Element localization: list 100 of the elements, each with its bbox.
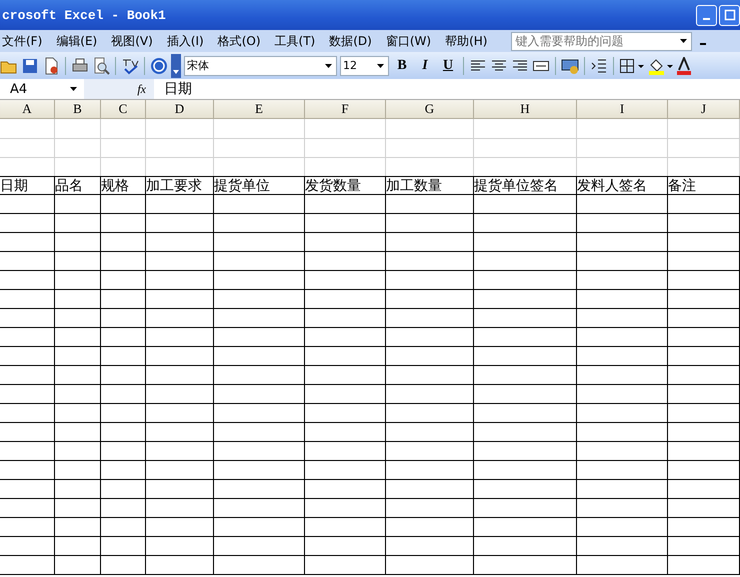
formula-input-field[interactable]: 日期	[154, 80, 740, 98]
table-cell	[101, 499, 146, 518]
table-cell	[146, 442, 214, 461]
table-cell	[0, 556, 55, 575]
menu-item[interactable]: 帮助(H)	[443, 32, 490, 50]
table-cell	[55, 423, 101, 442]
table-cell	[101, 347, 146, 366]
column-header[interactable]: I	[577, 100, 668, 119]
table-cell	[146, 385, 214, 404]
table-cell	[0, 347, 55, 366]
font-size-dropdown[interactable]: 12	[340, 56, 389, 76]
table-cell	[0, 537, 55, 556]
table-cell	[146, 480, 214, 499]
menu-item[interactable]: 编辑(E)	[54, 32, 100, 50]
table-cell	[668, 404, 740, 423]
menu-item[interactable]: 格式(O)	[216, 32, 263, 50]
table-cell	[101, 556, 146, 575]
table-cell	[146, 347, 214, 366]
help-search-field[interactable]: 键入需要帮助的问题	[511, 32, 692, 50]
menu-item[interactable]: 视图(V)	[109, 32, 155, 50]
table-cell	[0, 404, 55, 423]
table-cell	[0, 423, 55, 442]
table-cell	[0, 385, 55, 404]
column-header[interactable]: A	[0, 100, 55, 119]
column-header[interactable]: D	[146, 100, 214, 119]
menu-item[interactable]: 数据(D)	[327, 32, 374, 50]
menu-item[interactable]: 文件(F)	[0, 32, 44, 50]
table-cell	[101, 480, 146, 499]
save-icon[interactable]	[21, 56, 39, 74]
table-cell	[668, 499, 740, 518]
magnifier-icon[interactable]	[92, 56, 110, 74]
table-cell	[55, 214, 101, 233]
menu-item[interactable]: 工具(T)	[272, 32, 318, 50]
table-cell	[101, 404, 146, 423]
table-cell	[668, 480, 740, 499]
table-cell	[55, 309, 101, 328]
table-cell	[668, 214, 740, 233]
column-header[interactable]: J	[668, 100, 740, 119]
column-header[interactable]: B	[55, 100, 101, 119]
table-cell	[55, 556, 101, 575]
table-cell	[146, 404, 214, 423]
table-cell	[0, 138, 55, 158]
table-cell	[668, 423, 740, 442]
maximize-button[interactable]	[719, 4, 740, 26]
underline-button[interactable]: U	[438, 58, 458, 74]
table-cell	[101, 252, 146, 271]
table-cell	[0, 195, 55, 214]
column-header[interactable]: F	[305, 100, 386, 119]
italic-button[interactable]: I	[415, 58, 435, 74]
table-cell	[668, 119, 740, 139]
fill-color-icon[interactable]	[648, 56, 674, 74]
menu-item[interactable]: 窗口(W)	[384, 32, 434, 50]
table-cell: 加工数量	[386, 176, 474, 195]
column-header[interactable]: G	[386, 100, 474, 119]
table-cell: 发货数量	[305, 176, 386, 195]
table-cell	[668, 290, 740, 309]
minimize-button[interactable]	[696, 4, 717, 26]
table-cell	[101, 366, 146, 385]
table-cell	[101, 119, 146, 139]
dropdown-arrow-icon	[70, 86, 78, 92]
table-cell	[146, 328, 214, 347]
table-cell: 发料人签名	[577, 176, 668, 195]
table-cell: 提货单位签名	[474, 176, 577, 195]
menu-item[interactable]: 插入(I)	[164, 32, 206, 50]
table-cell	[668, 138, 740, 158]
table-cell	[55, 119, 101, 139]
toolbar-options-icon[interactable]	[171, 54, 181, 78]
column-header[interactable]: H	[474, 100, 577, 119]
table-cell	[55, 347, 101, 366]
table-cell	[146, 461, 214, 480]
table-cell	[55, 233, 101, 252]
currency-icon[interactable]	[561, 56, 579, 74]
table-cell	[668, 366, 740, 385]
table-cell	[668, 252, 740, 271]
bold-button[interactable]: B	[392, 58, 412, 74]
table-cell	[146, 366, 214, 385]
font-color-icon[interactable]	[677, 56, 691, 74]
table-cell: 提货单位	[214, 176, 305, 195]
indent-icon[interactable]	[590, 56, 608, 74]
table-cell	[0, 328, 55, 347]
column-header[interactable]: C	[101, 100, 146, 119]
table-cell	[668, 195, 740, 214]
minimize-icon	[703, 18, 710, 20]
borders-icon[interactable]	[619, 56, 645, 74]
help-icon[interactable]	[150, 56, 168, 74]
table-cell	[0, 480, 55, 499]
insert-function-label[interactable]: fx	[84, 79, 154, 99]
printer-icon[interactable]	[71, 56, 89, 74]
table-cell	[55, 461, 101, 480]
minimize-icon[interactable]	[700, 43, 706, 45]
spelling-check-icon[interactable]	[121, 56, 139, 74]
font-dropdown[interactable]: 宋体	[184, 56, 337, 76]
column-header[interactable]: E	[214, 100, 305, 119]
table-cell	[55, 138, 101, 158]
maximize-icon	[724, 9, 736, 21]
table-cell	[146, 119, 214, 139]
table-cell	[55, 537, 101, 556]
table-cell	[0, 366, 55, 385]
table-cell	[146, 309, 214, 328]
table-cell	[101, 385, 146, 404]
